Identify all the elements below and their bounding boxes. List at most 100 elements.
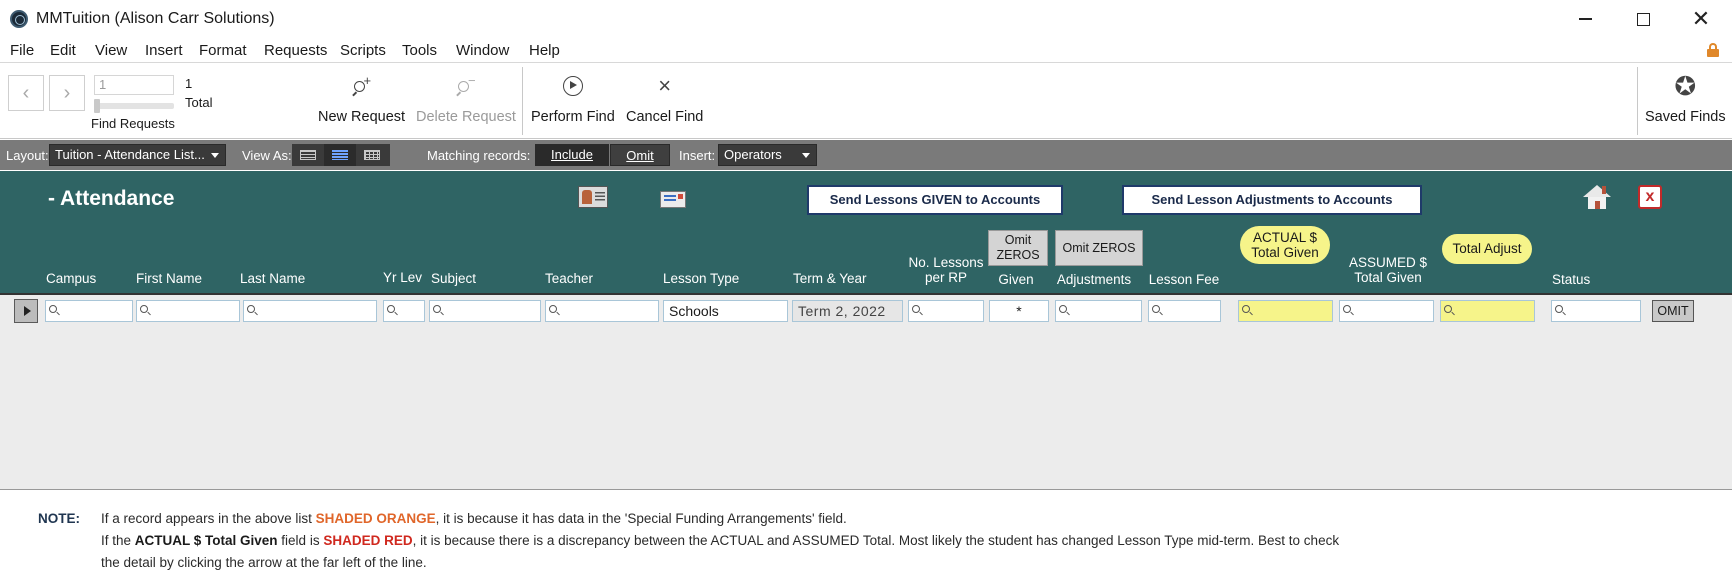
adjustments-find-field[interactable] <box>1055 300 1142 322</box>
yr-lev-find-field[interactable] <box>383 300 425 322</box>
omit-request-button[interactable]: OMIT <box>1652 300 1694 322</box>
search-icon <box>140 305 148 313</box>
lesson-type-find-field[interactable]: Schools <box>663 300 788 322</box>
lock-icon[interactable] <box>1707 43 1719 57</box>
note-line-1: If a record appears in the above list SH… <box>101 511 847 526</box>
no-lessons-find-field[interactable] <box>908 300 984 322</box>
delete-request-label: Delete Request <box>416 109 516 125</box>
title-bar: MMTuition (Alison Carr Solutions) ✕ <box>0 0 1732 38</box>
minimize-button[interactable] <box>1556 0 1614 38</box>
column-header-lesson-fee: Lesson Fee <box>1148 272 1220 287</box>
column-header-campus: Campus <box>46 271 97 286</box>
status-find-field[interactable] <box>1551 300 1641 322</box>
column-header-adjustments: Adjustments <box>1056 272 1132 287</box>
menu-file[interactable]: File <box>10 42 34 59</box>
cancel-find-button[interactable]: × Cancel Find <box>626 71 703 125</box>
first-name-find-field[interactable] <box>136 300 240 322</box>
close-layout-button[interactable]: x <box>1638 185 1662 209</box>
campus-find-field[interactable] <box>45 300 133 322</box>
column-header-actual-total: ACTUAL $ Total Given <box>1240 226 1330 264</box>
chevron-down-icon <box>211 153 219 158</box>
record-slider[interactable] <box>94 103 174 109</box>
close-window-button[interactable]: ✕ <box>1672 0 1730 38</box>
view-as-list-button[interactable] <box>324 144 356 166</box>
lesson-fee-find-field[interactable] <box>1148 300 1221 322</box>
search-icon <box>1343 305 1351 313</box>
column-header-lesson-type: Lesson Type <box>663 271 740 286</box>
note-line-3: the detail by clicking the arrow at the … <box>101 555 427 570</box>
row-arrow-icon[interactable] <box>14 299 38 323</box>
last-name-find-field[interactable] <box>243 300 377 322</box>
envelope-icon[interactable] <box>660 191 686 208</box>
column-header-last-name: Last Name <box>240 271 306 286</box>
perform-find-icon <box>562 76 583 96</box>
omit-zeros-adjustments-button[interactable]: Omit ZEROS <box>1055 230 1143 266</box>
record-number-input[interactable]: 1 <box>94 75 174 95</box>
view-as-form-button[interactable] <box>292 144 324 166</box>
record-slider-handle[interactable] <box>94 99 100 113</box>
actual-total-given-text: ACTUAL $ Total Given <box>134 533 278 548</box>
menu-requests[interactable]: Requests <box>264 42 327 59</box>
note-line-2: If the ACTUAL $ Total Given field is SHA… <box>101 533 1340 548</box>
shaded-orange-text: SHADED ORANGE <box>315 511 436 526</box>
home-icon[interactable] <box>1583 185 1611 211</box>
record-total-label: Total <box>185 95 213 110</box>
assumed-total-find-field[interactable] <box>1339 300 1434 322</box>
column-header-first-name: First Name <box>136 271 203 286</box>
maximize-icon <box>1636 12 1650 26</box>
menu-help[interactable]: Help <box>529 42 560 59</box>
page-title: - Attendance <box>48 187 175 210</box>
teacher-find-field[interactable] <box>545 300 659 322</box>
minimize-icon <box>1578 18 1592 20</box>
saved-finds-label: Saved Finds <box>1645 109 1726 125</box>
subject-find-field[interactable] <box>429 300 541 322</box>
column-header-total-adjust: Total Adjust <box>1442 234 1532 264</box>
insert-operators-select[interactable]: Operators <box>718 144 817 166</box>
layout-bar: Layout: Tuition - Attendance List... Vie… <box>0 140 1732 170</box>
find-request-list: Schools Term 2, 2022 * OMIT <box>0 293 1732 490</box>
layout-label: Layout: <box>6 148 49 163</box>
search-icon <box>49 305 57 313</box>
search-minus-icon: − <box>456 73 476 97</box>
status-toolbar: ‹ › 1 1 Total Find Requests + New Reques… <box>0 62 1732 139</box>
menu-view[interactable]: View <box>95 42 127 59</box>
shaded-red-text: SHADED RED <box>323 533 413 548</box>
menu-scripts[interactable]: Scripts <box>340 42 386 59</box>
actual-total-find-field[interactable] <box>1238 300 1333 322</box>
maximize-button[interactable] <box>1614 0 1672 38</box>
send-lessons-given-button[interactable]: Send Lessons GIVEN to Accounts <box>807 185 1063 215</box>
saved-finds-button[interactable]: ✪ Saved Finds <box>1645 71 1726 125</box>
menu-format[interactable]: Format <box>199 42 247 59</box>
search-icon <box>1059 305 1067 313</box>
menu-window[interactable]: Window <box>456 42 509 59</box>
delete-request-button[interactable]: − Delete Request <box>416 71 516 125</box>
omit-toggle-button[interactable]: Omit <box>610 144 670 166</box>
include-button[interactable]: Include <box>535 144 609 166</box>
find-requests-label: Find Requests <box>91 116 175 131</box>
form-view-icon <box>300 150 316 160</box>
column-header-term-year: Term & Year <box>793 271 867 286</box>
given-find-field[interactable]: * <box>989 300 1049 322</box>
view-as-group <box>292 144 390 166</box>
menu-bar: File Edit View Insert Format Requests Sc… <box>0 38 1732 62</box>
matching-records-label: Matching records: <box>427 148 531 163</box>
table-view-icon <box>364 150 380 160</box>
perform-find-button[interactable]: Perform Find <box>531 71 615 125</box>
send-lesson-adjustments-button[interactable]: Send Lesson Adjustments to Accounts <box>1122 185 1422 215</box>
cancel-icon: × <box>658 73 672 98</box>
toolbar-divider <box>1637 67 1638 135</box>
previous-record-button[interactable]: ‹ <box>8 75 44 111</box>
menu-tools[interactable]: Tools <box>402 42 437 59</box>
new-request-button[interactable]: + New Request <box>318 71 405 125</box>
star-icon: ✪ <box>1674 71 1697 101</box>
menu-edit[interactable]: Edit <box>50 42 76 59</box>
contact-card-icon[interactable] <box>578 186 608 208</box>
perform-find-label: Perform Find <box>531 109 615 125</box>
next-record-button[interactable]: › <box>49 75 85 111</box>
view-as-table-button[interactable] <box>356 144 388 166</box>
total-adjust-find-field[interactable] <box>1440 300 1535 322</box>
term-year-find-field[interactable]: Term 2, 2022 <box>792 300 903 322</box>
menu-insert[interactable]: Insert <box>145 42 183 59</box>
omit-zeros-given-button[interactable]: Omit ZEROS <box>988 230 1048 266</box>
layout-select[interactable]: Tuition - Attendance List... <box>49 144 226 166</box>
